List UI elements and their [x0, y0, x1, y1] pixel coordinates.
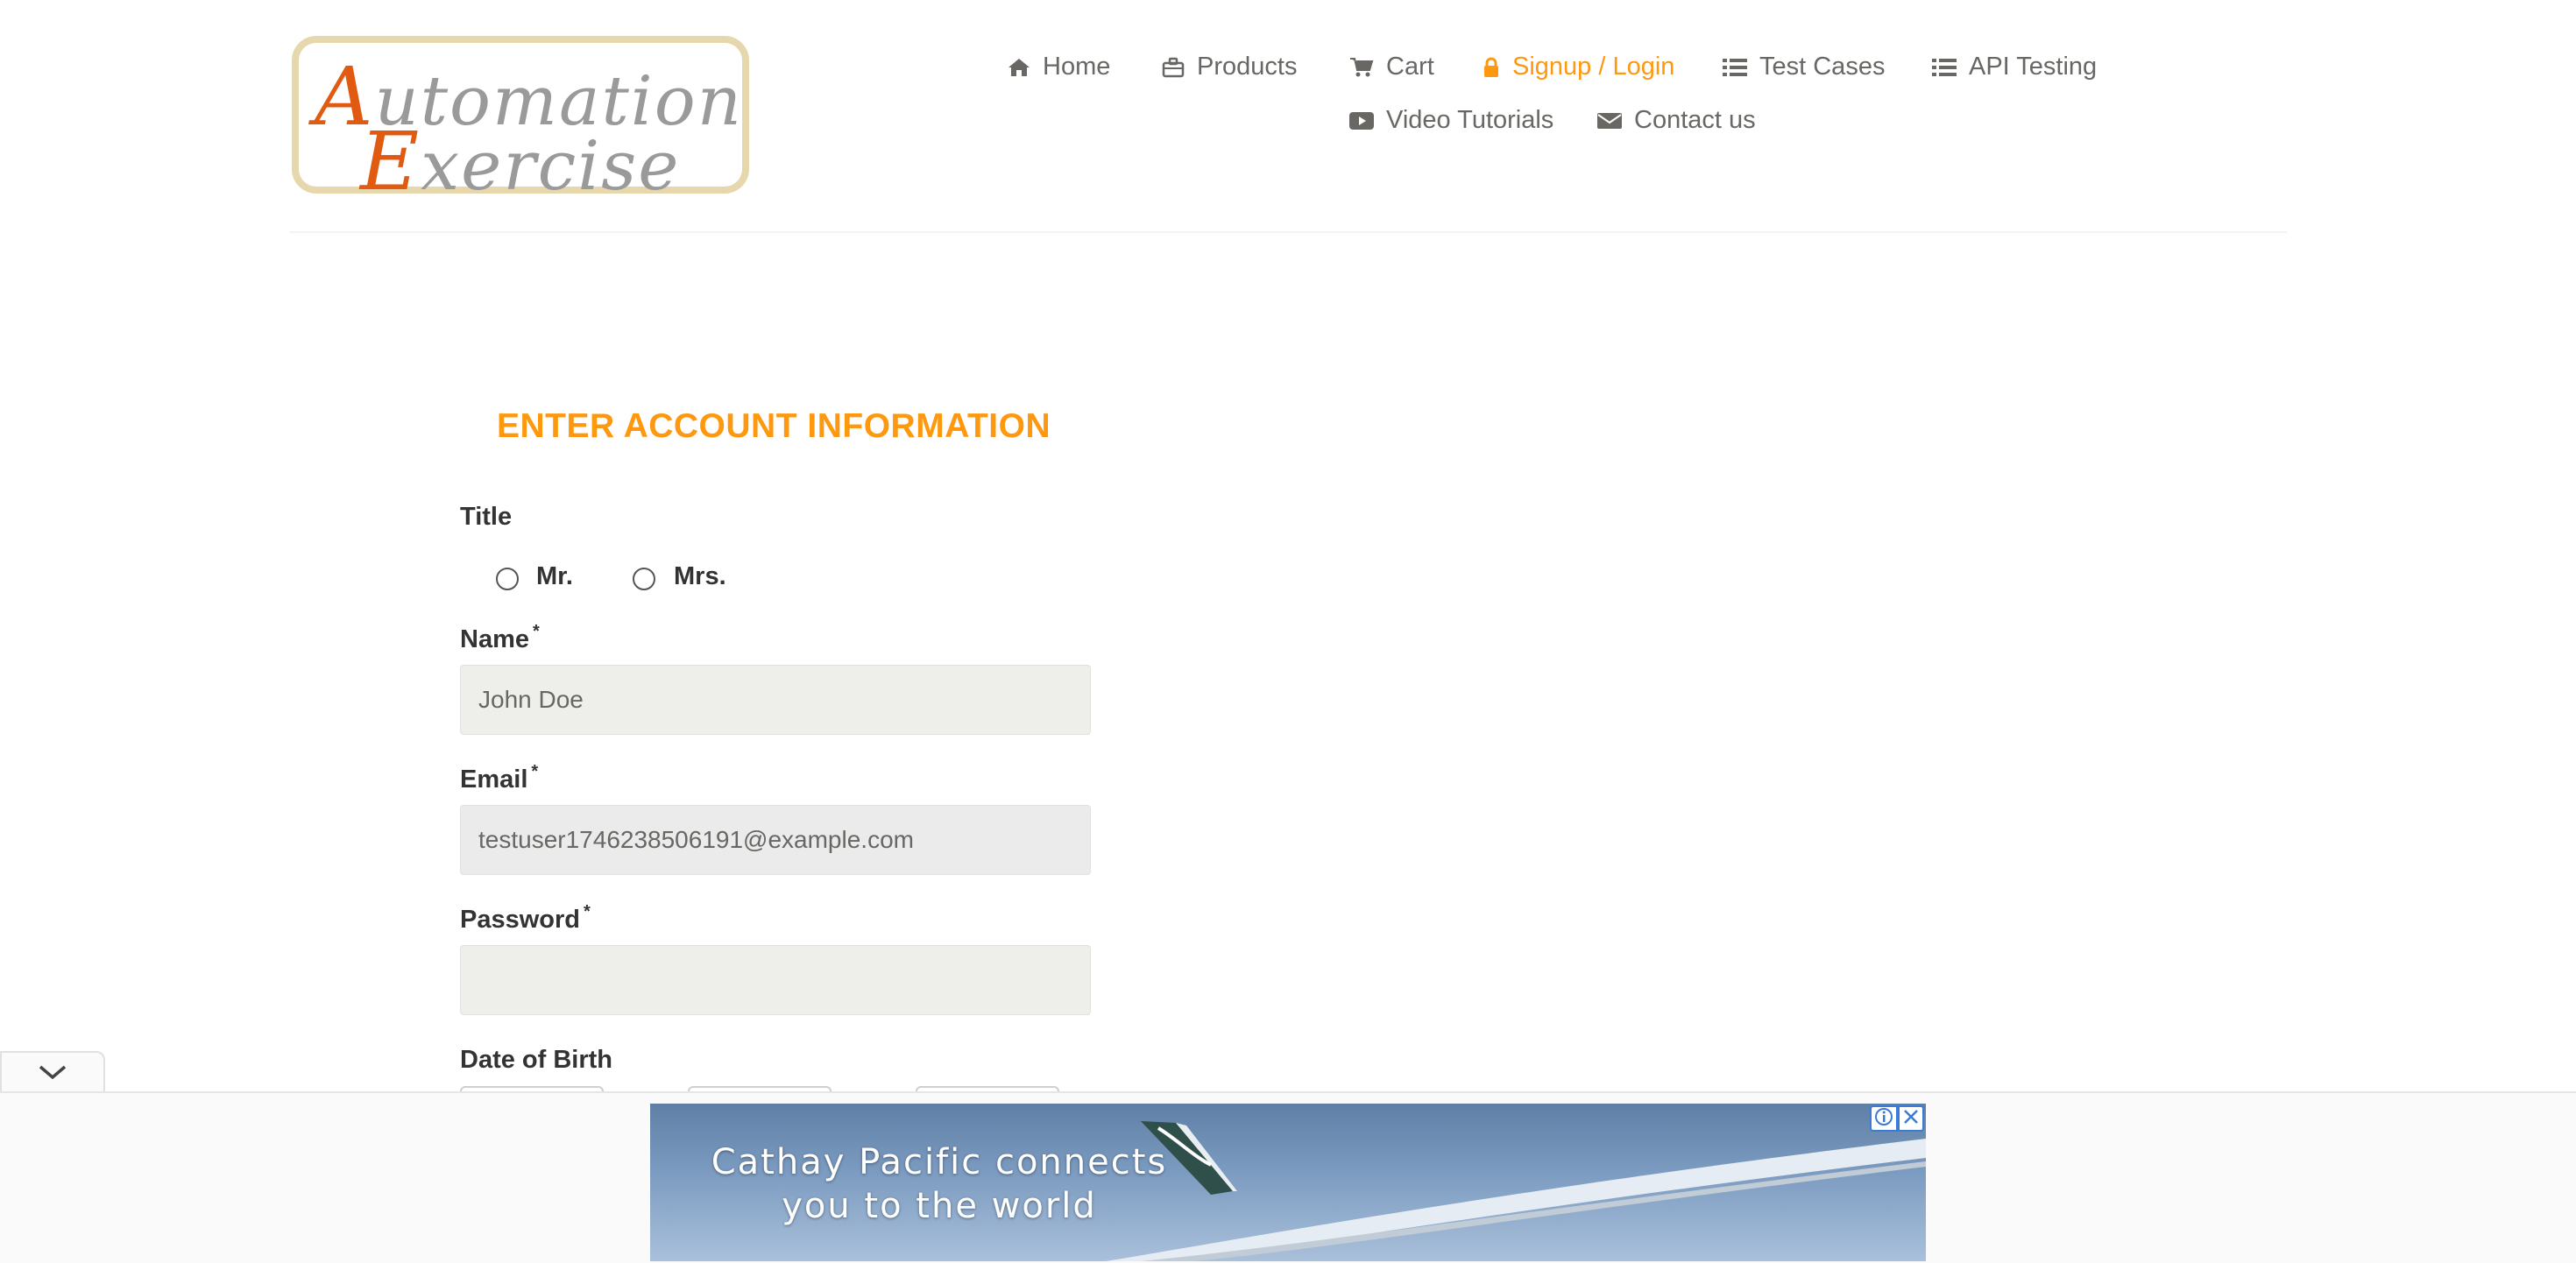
- nav-label: API Testing: [1969, 53, 2098, 81]
- logo-line-2: Exercise: [360, 115, 681, 208]
- chevron-down-icon: [38, 1063, 67, 1085]
- title-mrs-radio[interactable]: [633, 568, 655, 590]
- nav-label: Products: [1197, 53, 1298, 81]
- site-logo[interactable]: Automation Exercise: [292, 36, 749, 208]
- home-icon: [1008, 57, 1030, 78]
- password-input[interactable]: [460, 945, 1091, 1015]
- nav-label: Cart: [1386, 53, 1434, 81]
- nav-api-testing[interactable]: API Testing: [1932, 53, 2097, 81]
- ad-line-1: Cathay Pacific connects: [711, 1142, 1168, 1182]
- title-mrs-label: Mrs.: [674, 562, 726, 590]
- nav-products[interactable]: Products: [1162, 53, 1297, 81]
- password-label: Password *: [460, 902, 591, 934]
- nav-video-tutorials[interactable]: Video Tutorials: [1349, 106, 1553, 135]
- nav-label: Signup / Login: [1512, 53, 1675, 81]
- title-mr-label: Mr.: [536, 562, 573, 590]
- nav-label: Test Cases: [1759, 53, 1886, 81]
- dob-label: Date of Birth: [460, 1046, 612, 1074]
- ad-close-button[interactable]: [1898, 1105, 1924, 1132]
- nav-signup-login[interactable]: Signup / Login: [1483, 53, 1674, 81]
- list-icon: [1723, 58, 1747, 77]
- ad-banner[interactable]: Cathay Pacific connects you to the world: [650, 1104, 1926, 1261]
- ad-headline: Cathay Pacific connects you to the world: [650, 1140, 1228, 1228]
- required-mark: *: [584, 902, 591, 921]
- section-title: ENTER ACCOUNT INFORMATION: [497, 407, 1051, 445]
- nav-contact-us[interactable]: Contact us: [1597, 106, 1756, 135]
- nav-label: Video Tutorials: [1386, 106, 1554, 134]
- name-label: Name *: [460, 622, 540, 653]
- email-input[interactable]: testuser1746238506191@example.com: [460, 805, 1091, 875]
- close-icon: [1903, 1109, 1919, 1129]
- header-divider: [289, 231, 2287, 233]
- required-mark: *: [531, 762, 539, 781]
- nav-cart[interactable]: Cart: [1349, 53, 1434, 81]
- cart-icon: [1349, 56, 1374, 79]
- youtube-play-icon: [1349, 111, 1374, 131]
- site-header: Automation Exercise Home Products Cart S…: [0, 0, 2576, 233]
- title-mr-radio[interactable]: [496, 568, 519, 590]
- nav-label: Contact us: [1634, 106, 1756, 134]
- email-label: Email *: [460, 762, 539, 794]
- nav-home[interactable]: Home: [1008, 53, 1110, 81]
- title-label: Title: [460, 503, 513, 531]
- ad-line-2: you to the world: [782, 1186, 1097, 1226]
- lock-icon: [1483, 57, 1500, 78]
- nav-test-cases[interactable]: Test Cases: [1723, 53, 1885, 81]
- ad-info-button[interactable]: [1870, 1105, 1898, 1132]
- envelope-icon: [1597, 111, 1622, 131]
- ad-collapse-button[interactable]: [0, 1051, 105, 1095]
- briefcase-icon: [1162, 57, 1185, 78]
- name-input[interactable]: John Doe: [460, 665, 1091, 735]
- required-mark: *: [533, 622, 540, 641]
- list-icon: [1932, 58, 1957, 77]
- info-icon: [1874, 1107, 1893, 1131]
- nav-label: Home: [1043, 53, 1111, 81]
